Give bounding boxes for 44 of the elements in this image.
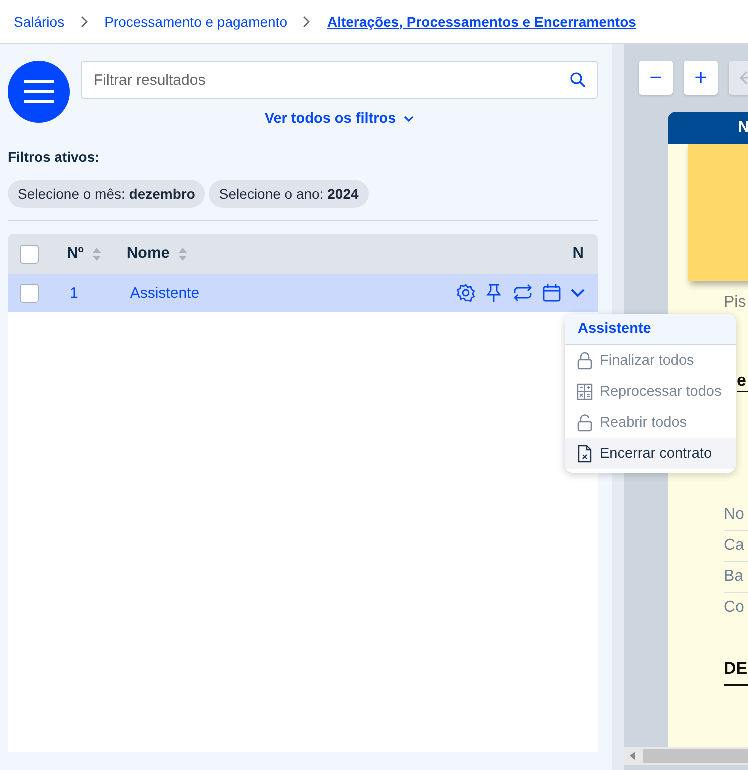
- field-label: No: [724, 500, 748, 531]
- chevron-down-icon: [404, 116, 414, 122]
- chevron-right-icon: [303, 16, 312, 28]
- horizontal-scrollbar[interactable]: [624, 747, 748, 765]
- calculator-icon: [577, 382, 593, 400]
- filter-chip[interactable]: Selecione o ano: 2024: [209, 180, 369, 208]
- row-checkbox[interactable]: [20, 284, 39, 302]
- repeat-icon[interactable]: [512, 283, 534, 303]
- sort-icon[interactable]: [178, 248, 187, 260]
- unlock-icon: [577, 414, 593, 432]
- document-icon: [577, 444, 593, 462]
- zoom-out-button[interactable]: −: [639, 61, 673, 95]
- search-field[interactable]: Filtrar resultados: [81, 61, 598, 99]
- filters-link[interactable]: Ver todos os filtros: [264, 111, 414, 127]
- breadcrumb-link[interactable]: Alterações, Processamentos e Encerramentos: [327, 14, 636, 30]
- column-header[interactable]: Nº: [67, 245, 84, 263]
- field-label: Ca: [724, 531, 748, 562]
- search-icon: [570, 72, 586, 88]
- menu-item[interactable]: Encerrar contrato: [565, 438, 736, 469]
- table-cell: 1: [70, 284, 78, 302]
- column-header[interactable]: N: [572, 245, 584, 263]
- document-text: Pis: [724, 294, 748, 311]
- breadcrumb-link[interactable]: Processamento e pagamento: [104, 14, 288, 30]
- section-heading: DE: [724, 659, 748, 686]
- gear-icon[interactable]: [456, 283, 476, 303]
- table-row[interactable]: 1 Assistente: [8, 274, 598, 313]
- chevron-right-icon: [80, 16, 89, 28]
- zoom-in-button[interactable]: +: [684, 61, 718, 95]
- field-label: Co: [724, 598, 746, 618]
- document-heading: e: [737, 371, 748, 392]
- filter-chip[interactable]: Selecione o mês: dezembro: [8, 180, 206, 208]
- pin-icon[interactable]: [484, 283, 504, 303]
- column-header[interactable]: Nome: [126, 245, 170, 263]
- select-all-checkbox[interactable]: [20, 244, 39, 264]
- scroll-left-icon[interactable]: [629, 751, 637, 761]
- field-label: Ba: [724, 562, 748, 593]
- sort-icon[interactable]: [92, 248, 101, 260]
- lock-icon: [577, 352, 593, 370]
- breadcrumb-link[interactable]: Salários: [14, 14, 65, 30]
- active-filters-title: Filtros ativos:: [8, 149, 101, 165]
- menu-icon: [22, 80, 56, 104]
- calendar-icon[interactable]: [542, 283, 562, 303]
- table-cell: Assistente: [130, 284, 200, 302]
- menu-title: Assistente: [565, 314, 736, 345]
